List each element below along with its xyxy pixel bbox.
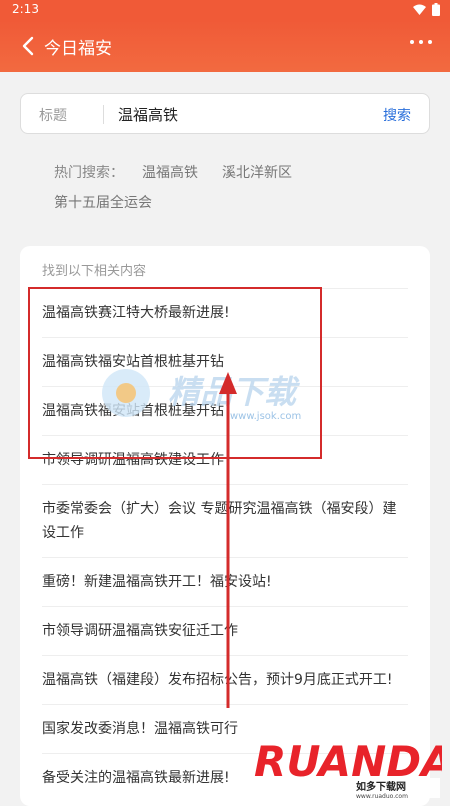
hot-tag[interactable]: 温福高铁 bbox=[142, 158, 198, 188]
list-item[interactable]: 温福高铁赛江特大桥最新进展! bbox=[42, 288, 408, 337]
status-bar: 2:13 bbox=[0, 0, 450, 20]
results-header: 找到以下相关内容 bbox=[42, 264, 147, 279]
list-item[interactable]: 市委常委会（扩大）会议 专题研究温福高铁（福安段）建设工作 bbox=[42, 484, 408, 557]
page-title: 今日福安 bbox=[44, 39, 112, 59]
wifi-icon bbox=[413, 4, 426, 15]
search-divider bbox=[103, 105, 104, 124]
search-input[interactable]: 温福高铁 bbox=[118, 104, 178, 125]
list-item[interactable]: 国家发改委消息！温福高铁可行 bbox=[42, 704, 408, 753]
app-bar: 今日福安 bbox=[0, 20, 450, 72]
list-item[interactable]: 温福高铁（福建段）发布招标公告，预计9月底正式开工! bbox=[42, 655, 408, 704]
hot-searches: 热门搜索： 温福高铁 溪北洋新区 第十五届全运会 bbox=[54, 158, 414, 218]
list-item[interactable]: 市领导调研温福高铁安征迁工作 bbox=[42, 606, 408, 655]
search-button[interactable]: 搜索 bbox=[383, 105, 411, 125]
search-field-label: 标题 bbox=[39, 108, 67, 124]
list-item[interactable]: 温福高铁福安站首根桩基开钻 bbox=[42, 386, 408, 435]
status-icons bbox=[413, 3, 440, 16]
hot-tag[interactable]: 第十五届全运会 bbox=[54, 188, 152, 218]
battery-icon bbox=[432, 3, 440, 16]
hot-searches-label: 热门搜索： bbox=[54, 165, 124, 181]
results-list: 温福高铁赛江特大桥最新进展! 温福高铁福安站首根桩基开钻 温福高铁福安站首根桩基… bbox=[42, 288, 408, 802]
results-card: 找到以下相关内容 温福高铁赛江特大桥最新进展! 温福高铁福安站首根桩基开钻 温福… bbox=[20, 246, 430, 806]
list-item[interactable]: 温福高铁福安站首根桩基开钻 bbox=[42, 337, 408, 386]
list-item[interactable]: 备受关注的温福高铁最新进展! bbox=[42, 753, 408, 802]
back-arrow-icon[interactable] bbox=[18, 34, 40, 58]
search-bar: 标题 温福高铁 搜索 bbox=[20, 93, 430, 134]
status-time: 2:13 bbox=[12, 2, 39, 16]
list-item[interactable]: 重磅！新建温福高铁开工！福安设站! bbox=[42, 557, 408, 606]
list-item[interactable]: 市领导调研温福高铁建设工作 bbox=[42, 435, 408, 484]
hot-tag[interactable]: 溪北洋新区 bbox=[222, 158, 292, 188]
more-options-icon[interactable] bbox=[410, 40, 432, 44]
